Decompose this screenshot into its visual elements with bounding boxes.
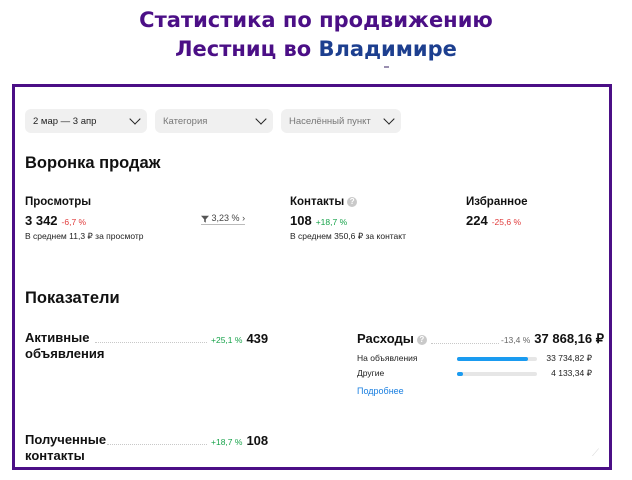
heading-line-2: Лестниц во Владимире [0,35,632,64]
contacts-change: +18,7 % [315,217,348,227]
expense-item-bar-fill [457,357,529,361]
chevron-right-icon: › [242,213,246,223]
chevron-down-icon [383,113,395,125]
expense-item-value: 33 734,82 ₽ [546,353,592,363]
contacts-value-row: 108 +18,7 % [290,213,347,228]
expense-item-value: 4 133,34 ₽ [551,368,592,378]
funnel-icon [201,215,209,223]
received-contacts-label-line-1: Полученные [25,432,107,447]
active-listings-value: 439 [246,331,269,346]
expense-item-label: Другие [357,368,385,378]
views-label: Просмотры [25,196,92,208]
active-listings-label-line-2: объявления [25,346,105,361]
chevron-down-icon [129,113,141,125]
page-heading: Статистика по продвижению Лестниц во Вла… [0,6,632,64]
chevron-down-icon [255,113,267,125]
statistics-panel: 2 мар — 3 апр Категория Населённый пункт… [12,84,612,470]
active-listings-value-row: +25,1 % 439 [211,331,268,346]
decorative-dash [384,66,389,68]
heading-line-1: Статистика по продвижению [139,8,493,32]
expenses-label: Расходы [357,331,414,346]
locality-filter-placeholder: Населённый пункт [289,115,371,127]
conversion-value: 3,23 % [211,213,240,223]
active-listings-change: +25,1 % [211,335,243,345]
indicators-title: Показатели [25,289,120,307]
received-contacts-value: 108 [246,433,269,448]
views-average: В среднем 11,3 ₽ за просмотр [25,231,144,241]
expenses-label-row: Расходы? [357,331,427,347]
heading-line-2-part-1: Лестниц во [175,37,319,61]
category-filter[interactable]: Категория [155,109,273,133]
expenses-change: -13,4 % [501,335,531,345]
funnel-title: Воронка продаж [25,154,161,172]
dotted-leader [431,343,499,344]
contacts-label-row: Контакты? [290,196,358,208]
corner-mark: ⟋ [592,448,599,459]
period-filter[interactable]: 2 мар — 3 апр [25,109,147,133]
favorites-label: Избранное [466,196,528,208]
views-value-row: 3 342 -6,7 % [25,213,86,228]
period-filter-value: 2 мар — 3 апр [33,115,97,127]
views-value: 3 342 [25,213,58,228]
dotted-leader [107,444,207,445]
dotted-leader [95,342,207,343]
details-link[interactable]: Подробнее [357,386,404,396]
expenses-value: 37 868,16 ₽ [534,331,605,346]
contacts-value: 108 [290,213,312,228]
locality-filter[interactable]: Населённый пункт [281,109,401,133]
expenses-value-row: -13,4 % 37 868,16 ₽ [501,331,604,347]
contacts-label: Контакты [290,196,345,208]
expense-item-label: На объявления [357,353,418,363]
expense-item-bar-fill [457,372,463,376]
heading-city: Владимире [318,37,457,61]
active-listings-label-line-1: Активные [25,330,90,345]
views-change: -6,7 % [61,217,87,227]
received-contacts-value-row: +18,7 % 108 [211,433,268,448]
category-filter-placeholder: Категория [163,115,208,127]
contacts-average: В среднем 350,6 ₽ за контакт [290,231,406,241]
expense-item-bar [457,357,537,361]
received-contacts-change: +18,7 % [211,437,243,447]
received-contacts-label-line-2: контакты [25,448,85,463]
conversion-link[interactable]: 3,23 % › [201,213,246,225]
expense-item-bar [457,372,537,376]
help-circle-icon[interactable]: ? [416,334,427,345]
active-listings-label: Активные объявления [25,330,104,362]
received-contacts-label: Полученные контакты [25,432,106,464]
favorites-change: -25,6 % [491,217,521,227]
favorites-value-row: 224 -25,6 % [466,213,521,228]
favorites-value: 224 [466,213,488,228]
help-circle-icon[interactable]: ? [347,196,358,207]
